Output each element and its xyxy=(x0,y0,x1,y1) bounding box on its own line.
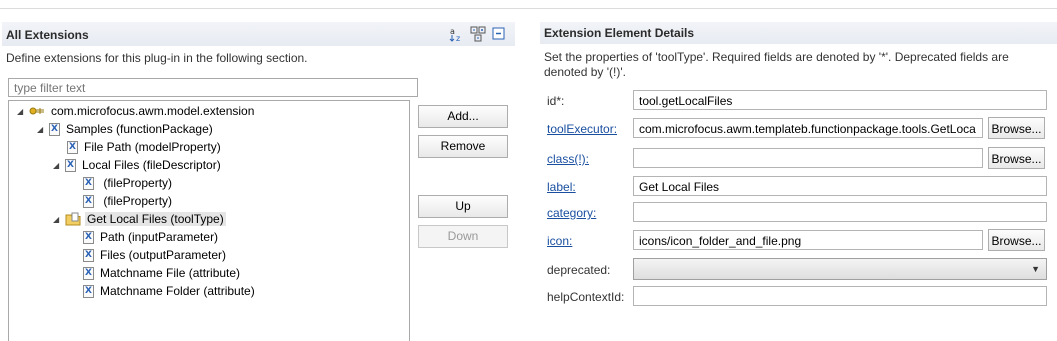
add-button[interactable]: Add... xyxy=(418,105,508,128)
tool-executor-field[interactable]: com.microfocus.awm.templateb.functionpac… xyxy=(633,118,983,138)
element-x-icon: X xyxy=(83,284,94,298)
id-label: id*: xyxy=(547,94,565,108)
help-context-id-label: helpContextId: xyxy=(547,290,625,304)
tree-node-label: Matchname File (attribute) xyxy=(100,266,241,280)
tree-node-samples[interactable]: ◢ X Samples (functionPackage) xyxy=(37,120,213,138)
tree-node-label: Samples (functionPackage) xyxy=(66,122,213,136)
tree-node-file-path[interactable]: X File Path (modelProperty) xyxy=(67,138,221,156)
label-field[interactable]: Get Local Files xyxy=(633,176,1047,196)
remove-button[interactable]: Remove xyxy=(418,135,508,158)
extensions-tree[interactable]: ◢ com.microfocus.awm.model.extension ◢ X… xyxy=(8,100,410,341)
tree-node-matchname-folder[interactable]: X Matchname Folder (attribute) xyxy=(83,282,255,300)
tool-executor-link[interactable]: toolExecutor: xyxy=(547,122,617,136)
element-x-icon: X xyxy=(83,194,94,208)
tree-node-label: (fileProperty) xyxy=(100,194,173,208)
up-button[interactable]: Up xyxy=(418,195,508,218)
category-field[interactable] xyxy=(633,202,1047,222)
tree-filter-input[interactable] xyxy=(8,78,418,97)
expanded-arrow-icon[interactable]: ◢ xyxy=(53,215,61,224)
all-extensions-title: All Extensions xyxy=(6,28,89,42)
chevron-down-icon: ▼ xyxy=(1031,264,1040,274)
help-context-id-field[interactable] xyxy=(633,286,1047,306)
all-extensions-description: Define extensions for this plug-in in th… xyxy=(6,51,308,65)
element-x-icon: X xyxy=(83,266,94,280)
tree-node-file-property[interactable]: X (fileProperty) xyxy=(83,174,172,192)
category-link[interactable]: category: xyxy=(547,206,596,220)
tree-node-label: Path (inputParameter) xyxy=(100,230,219,244)
element-x-icon: X xyxy=(65,158,76,172)
tree-node-files[interactable]: X Files (outputParameter) xyxy=(83,246,226,264)
tool-executor-browse-button[interactable]: Browse... xyxy=(988,117,1045,139)
sort-alphabetical-icon[interactable]: az xyxy=(448,25,465,42)
tree-node-label-selected: Get Local Files (toolType) xyxy=(85,212,226,226)
element-x-icon: X xyxy=(67,140,78,154)
svg-text:z: z xyxy=(456,34,460,42)
tree-node-label: com.microfocus.awm.model.extension xyxy=(51,104,255,118)
element-x-icon: X xyxy=(83,248,94,262)
expanded-arrow-icon[interactable]: ◢ xyxy=(17,107,25,116)
element-x-icon: X xyxy=(83,230,94,244)
svg-text:a: a xyxy=(450,27,455,36)
class-browse-button[interactable]: Browse... xyxy=(988,147,1045,169)
icon-field[interactable]: icons/icon_folder_and_file.png xyxy=(633,230,983,250)
tree-node-label: Files (outputParameter) xyxy=(100,248,227,262)
extension-plug-icon xyxy=(29,105,45,117)
header-toolbar: az xyxy=(448,25,507,42)
class-field[interactable] xyxy=(633,148,983,168)
icon-browse-button[interactable]: Browse... xyxy=(988,229,1045,251)
top-divider xyxy=(0,8,1057,9)
tree-node-label: (fileProperty) xyxy=(100,176,173,190)
down-button[interactable]: Down xyxy=(418,225,508,248)
element-details-header: Extension Element Details xyxy=(540,22,1057,44)
icon-link[interactable]: icon: xyxy=(547,234,572,248)
tree-node-label: Local Files (fileDescriptor) xyxy=(82,158,221,172)
tree-node-local-files[interactable]: ◢ X Local Files (fileDescriptor) xyxy=(53,156,221,174)
folder-file-icon xyxy=(65,212,81,226)
tree-node-label: File Path (modelProperty) xyxy=(84,140,221,154)
element-x-icon: X xyxy=(83,176,94,190)
class-link[interactable]: class(!): xyxy=(547,152,589,166)
expanded-arrow-icon[interactable]: ◢ xyxy=(53,161,61,170)
deprecated-select[interactable]: ▼ xyxy=(633,258,1047,280)
collapse-all-icon[interactable] xyxy=(490,25,507,42)
label-link[interactable]: label: xyxy=(547,180,576,194)
element-details-description: Set the properties of 'toolType'. Requir… xyxy=(544,50,1009,79)
tree-node-get-local-files[interactable]: ◢ Get Local Files (toolType) xyxy=(53,210,226,228)
element-x-icon: X xyxy=(49,122,60,136)
tree-node-matchname-file[interactable]: X Matchname File (attribute) xyxy=(83,264,240,282)
tree-node-file-property[interactable]: X (fileProperty) xyxy=(83,192,172,210)
tree-node-label: Matchname Folder (attribute) xyxy=(100,284,255,298)
all-extensions-header: All Extensions az xyxy=(2,22,515,46)
expand-all-icon[interactable] xyxy=(469,25,486,42)
tree-node-extension[interactable]: ◢ com.microfocus.awm.model.extension xyxy=(17,102,254,120)
expanded-arrow-icon[interactable]: ◢ xyxy=(37,125,45,134)
element-details-title: Extension Element Details xyxy=(544,26,695,40)
id-field[interactable]: tool.getLocalFiles xyxy=(633,90,1047,110)
deprecated-label: deprecated: xyxy=(547,263,611,277)
tree-node-path[interactable]: X Path (inputParameter) xyxy=(83,228,218,246)
